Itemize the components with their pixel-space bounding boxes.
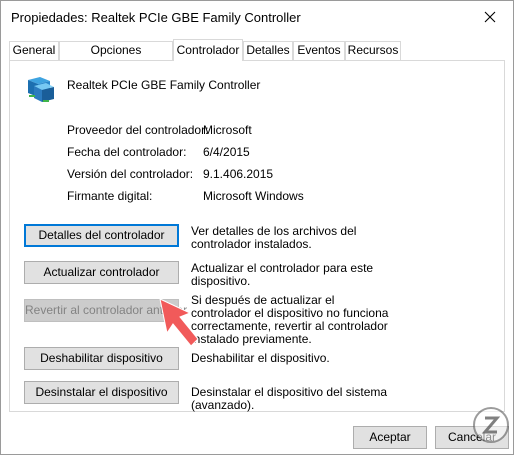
close-icon: [484, 11, 496, 22]
network-adapter-icon: [28, 77, 54, 102]
uninstall-device-button[interactable]: Desinstalar el dispositivo: [24, 381, 179, 404]
ok-button[interactable]: Aceptar: [353, 426, 427, 449]
title-bar: Propiedades: Realtek PCIe GBE Family Con…: [1, 1, 513, 33]
driver-details-button[interactable]: Detalles del controlador: [24, 224, 179, 247]
disable-device-description: Deshabilitar el dispositivo.: [191, 351, 330, 365]
signer-value: Microsoft Windows: [203, 189, 304, 203]
update-driver-button[interactable]: Actualizar controlador: [24, 261, 179, 284]
tab-controlador[interactable]: Controlador: [173, 39, 243, 61]
window-title: Propiedades: Realtek PCIe GBE Family Con…: [11, 10, 301, 25]
disable-device-button[interactable]: Deshabilitar dispositivo: [24, 347, 179, 370]
version-label: Versión del controlador:: [67, 167, 194, 181]
driver-tab-panel: Realtek PCIe GBE Family Controller Prove…: [9, 60, 505, 412]
tab-detalles[interactable]: Detalles: [243, 41, 293, 60]
signer-label: Firmante digital:: [67, 189, 153, 203]
date-value: 6/4/2015: [203, 145, 250, 159]
close-button[interactable]: [467, 1, 513, 32]
properties-dialog: Propiedades: Realtek PCIe GBE Family Con…: [0, 0, 514, 455]
tab-opciones-avanzadas[interactable]: Opciones avanzadas: [59, 41, 173, 74]
provider-label: Proveedor del controlador:: [67, 123, 209, 137]
driver-details-description: Ver detalles de los archivos del control…: [191, 224, 357, 251]
uninstall-device-description: Desinstalar el dispositivo del sistema (…: [191, 385, 388, 412]
version-value: 9.1.406.2015: [203, 167, 274, 181]
tab-strip: General Opciones avanzadas Controlador D…: [9, 39, 505, 74]
provider-value: Microsoft: [203, 123, 252, 137]
tab-recursos[interactable]: Recursos: [345, 41, 401, 60]
update-driver-description: Actualizar el controlador para este disp…: [191, 261, 374, 288]
date-label: Fecha del controlador:: [67, 145, 187, 159]
pointer-arrow-icon: [159, 298, 199, 347]
tab-eventos[interactable]: Eventos: [293, 41, 345, 60]
watermark-logo-icon: [473, 407, 509, 443]
device-name: Realtek PCIe GBE Family Controller: [67, 78, 261, 92]
rollback-driver-description: Si después de actualizar el controlador …: [191, 293, 389, 346]
tab-general[interactable]: General: [9, 41, 59, 60]
rollback-driver-button: Revertir al controlador anterior: [24, 299, 187, 322]
